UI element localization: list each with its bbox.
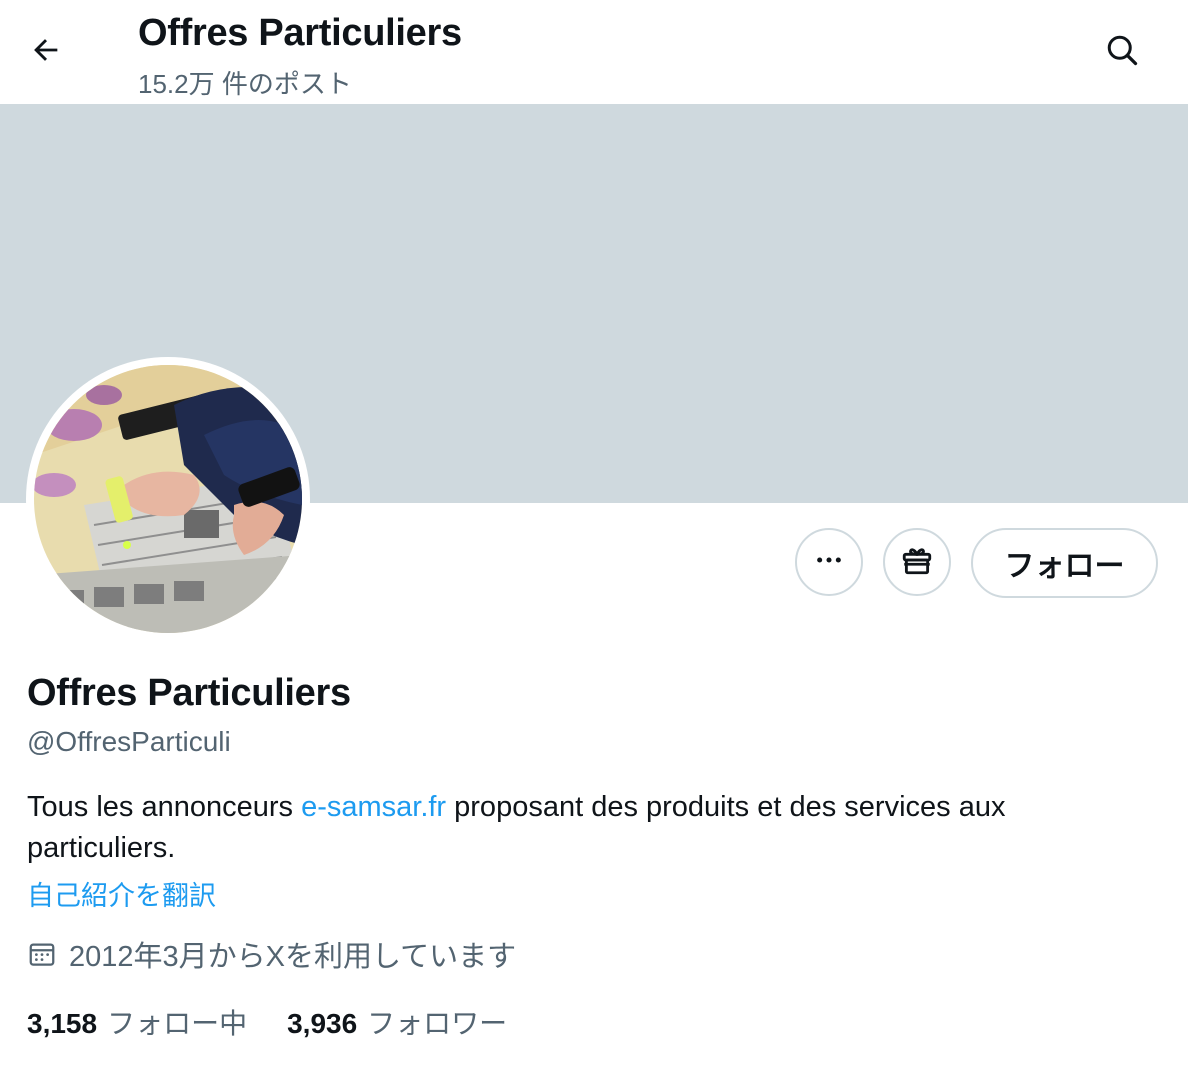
header-title: Offres Particuliers xyxy=(138,12,462,54)
calendar-icon xyxy=(27,939,57,969)
join-date: 2012年3月からXを利用しています xyxy=(27,932,516,976)
following-count: 3,158 xyxy=(27,1008,98,1039)
profile-name: Offres Particuliers xyxy=(27,672,351,714)
follow-button[interactable]: フォロー xyxy=(971,528,1158,598)
following-link[interactable]: 3,158 フォロー中 xyxy=(27,1002,247,1042)
avatar-image xyxy=(34,365,302,633)
following-label: フォロー中 xyxy=(107,1008,248,1039)
followers-link[interactable]: 3,936 フォロワー xyxy=(287,1002,507,1042)
follow-stats: 3,158 フォロー中 3,936 フォロワー xyxy=(27,1002,547,1042)
avatar[interactable] xyxy=(26,357,310,641)
bio-link[interactable]: e-samsar.fr xyxy=(301,791,446,823)
back-button[interactable] xyxy=(20,26,72,78)
profile-page: Offres Particuliers 15.2万 件のポスト フォロー Off… xyxy=(0,0,1188,1066)
translate-bio-link[interactable]: 自己紹介を翻訳 xyxy=(27,874,216,913)
followers-count: 3,936 xyxy=(287,1008,358,1039)
more-button[interactable] xyxy=(795,528,863,596)
gift-button[interactable] xyxy=(883,528,951,596)
join-date-text: 2012年3月からXを利用しています xyxy=(69,941,517,973)
arrow-left-icon xyxy=(29,33,63,72)
more-horizontal-icon xyxy=(813,544,845,581)
gift-icon xyxy=(900,543,934,582)
profile-bio: Tous les annonceurs e-samsar.fr proposan… xyxy=(27,787,1147,869)
profile-header: Offres Particuliers 15.2万 件のポスト xyxy=(0,0,1188,104)
search-button[interactable] xyxy=(1096,26,1148,78)
search-icon xyxy=(1104,32,1140,73)
bio-text-start: Tous les annonceurs xyxy=(27,791,302,823)
profile-handle: @OffresParticuli xyxy=(27,726,231,757)
followers-label: フォロワー xyxy=(367,1008,508,1039)
post-count: 15.2万 件のポスト xyxy=(138,69,352,99)
